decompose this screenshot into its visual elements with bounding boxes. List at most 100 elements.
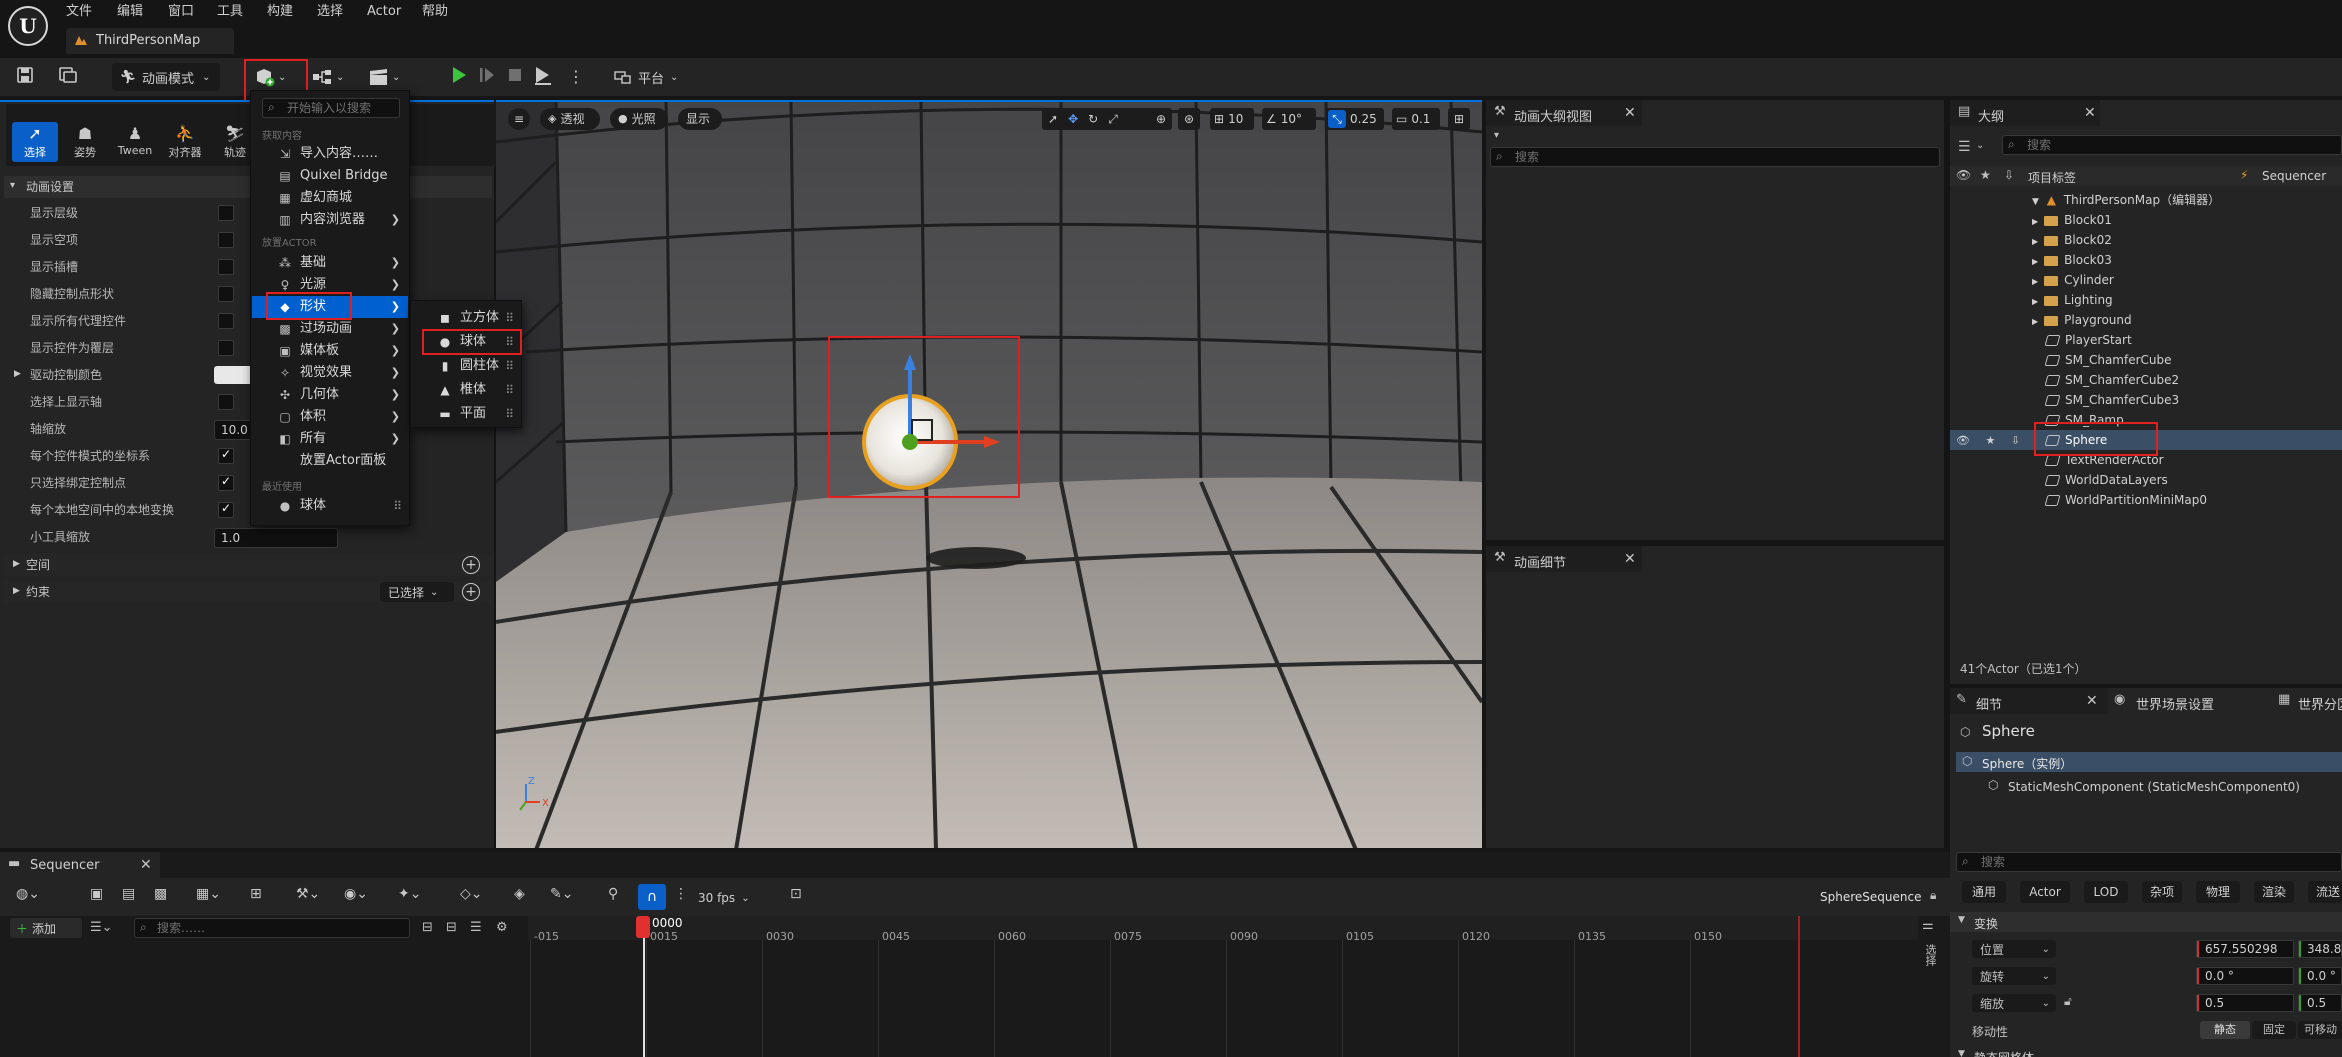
mode-pose-button[interactable]: ☗ 姿势 [62,124,108,168]
rotation-x-input[interactable]: 0.0 ° [2196,967,2294,985]
menu-build[interactable]: 构建 [267,2,293,22]
camera-speed[interactable]: ▭ 0.1 [1392,108,1440,130]
surface-snap-icon[interactable]: ⊛ [1178,108,1200,130]
chevron-down-icon[interactable]: ▾ [1494,130,1499,141]
outliner-item[interactable]: WorldDataLayers [1950,470,2342,490]
outliner-item[interactable]: WorldPartitionMiniMap0 [1950,490,2342,510]
details-filter-button[interactable]: 渲染 [2254,881,2294,903]
menu-edit[interactable]: 编辑 [117,2,143,22]
outliner-item[interactable]: ▶ Block01 [1950,210,2342,230]
section-anim-settings[interactable]: 动画设置 [4,176,492,198]
show-button[interactable]: 显示 [678,108,722,130]
details-tab[interactable] [1950,688,2108,714]
chevron-right-icon[interactable]: ▶ [2032,317,2038,326]
world-icon[interactable]: ◍⌄ [16,886,40,902]
visibility-icons[interactable]: 👁︎ ★ ⇩ [1950,431,2046,451]
outliner-item[interactable]: ▶ Block02 [1950,230,2342,250]
setting-checkbox[interactable] [218,259,234,275]
section-space[interactable]: 空间 [4,554,492,576]
mode-tween-button[interactable]: ♟ Tween [112,124,158,168]
add-icon[interactable]: + [462,556,480,574]
setting-checkbox[interactable] [218,205,234,221]
menu-content-browser[interactable]: ▥ 内容浏览器 ❯ [252,209,408,231]
pencil-icon[interactable]: ✎⌄ [550,886,573,902]
save-as-icon[interactable]: ▤ [122,886,135,902]
hamburger-menu-icon[interactable]: ≡ [508,108,530,130]
filter-icon[interactable]: ☰ [1958,139,1971,155]
details-component[interactable]: StaticMeshComponent (StaticMeshComponent… [2008,780,2300,794]
setting-checkbox[interactable] [218,502,234,518]
close-icon[interactable]: ✕ [1624,105,1636,121]
menu-media[interactable]: ▣ 媒体板 ❯ [252,340,408,362]
chevron-right-icon[interactable]: ▶ [2032,277,2038,286]
grid-snap[interactable]: ⊞ 10 [1210,108,1254,130]
world-partition-tab[interactable]: 世界分区 [2298,694,2342,713]
details-filter-button[interactable]: 通用 [1962,881,2006,903]
shape-cylinder[interactable]: ▮ 圆柱体 ⠿ [412,355,520,377]
fit-icon[interactable]: ⊟ [446,920,457,935]
setting-checkbox[interactable] [218,475,234,491]
scale-dropdown[interactable]: 缩放 ⌄ [1972,994,2056,1012]
shape-cube[interactable]: ◼ 立方体 ⠿ [412,307,520,329]
menu-vfx[interactable]: ✧ 视觉效果 ❯ [252,362,408,384]
outliner-item[interactable]: ▶ Playground [1950,310,2342,330]
render-icon[interactable]: ▩ [154,886,167,902]
setting-checkbox[interactable] [218,286,234,302]
blueprint-button[interactable]: ⌄ [312,63,352,91]
close-icon[interactable]: ✕ [2084,105,2096,121]
add-icon[interactable]: + [462,583,480,601]
cinematics-button[interactable]: ⌄ [368,63,408,91]
level-viewport[interactable]: Z X [496,100,1482,848]
location-x-input[interactable]: 657.550298 [2196,940,2294,958]
eye-icon[interactable]: ◉⌄ [344,886,368,902]
drag-grip-icon[interactable]: ⠿ [505,379,514,401]
mode-select-button[interactable]: ➚ 选择 [12,124,58,168]
setting-checkbox[interactable] [218,448,234,464]
setting-checkbox[interactable] [218,394,234,410]
scale-icon[interactable]: ⤢ [1108,108,1118,130]
menu-geometry[interactable]: ✣ 几何体 ❯ [252,384,408,406]
outliner-item[interactable]: SM_Ramp [1950,410,2342,430]
menu-place-actors-panel[interactable]: 放置Actor面板 [252,450,408,472]
outliner-item[interactable]: 👁︎ ★ ⇩ Sphere [1950,430,2342,450]
layout-icon[interactable]: ⊞ [1448,108,1470,130]
chevron-right-icon[interactable]: ▶ [2032,297,2038,306]
drag-grip-icon[interactable]: ⠿ [505,355,514,377]
location-y-input[interactable]: 348.835 [2298,940,2342,958]
rotate-icon[interactable]: ↻ [1088,108,1098,130]
diamond-icon[interactable]: ◇⌄ [460,886,483,902]
scale-snap[interactable]: ⤡ 0.25 [1326,108,1384,130]
tree-root[interactable]: ▼ ▲ ThirdPersonMap（编辑器） [1950,190,2342,210]
details-filter-button[interactable]: 杂项 [2142,881,2182,903]
shape-cone[interactable]: ▲ 椎体 ⠿ [412,379,520,401]
world-settings-tab[interactable]: 世界场景设置 [2136,694,2214,713]
details-filter-button[interactable]: 物理 [2196,881,2240,903]
outliner-tab[interactable] [1950,100,2100,126]
save-icon[interactable] [16,66,34,84]
chevron-right-icon[interactable]: ▶ [2032,237,2038,246]
lit-button[interactable]: ● 光照 [610,108,668,130]
scale-x-input[interactable]: 0.5 [2196,994,2294,1012]
menu-help[interactable]: 帮助 [422,2,448,22]
mode-aligner-button[interactable]: ⛹ 对齐器 [162,124,208,168]
outliner-item[interactable]: ▶ Cylinder [1950,270,2342,290]
more-options-icon[interactable]: ⋮ [674,886,688,902]
outliner-item[interactable]: SM_ChamferCube3 [1950,390,2342,410]
quick-add-button[interactable]: ⌄ [254,63,294,91]
menu-search-input[interactable]: 开始输入以搜索 [262,98,400,118]
key-add-icon[interactable]: ◈ [514,886,525,902]
platform-dropdown[interactable]: 平台 ⌄ [614,63,694,91]
mobility-static-button[interactable]: 静态 [2200,1021,2250,1039]
menu-shapes[interactable]: ◆ 形状 ❯ [252,296,408,318]
details-filter-button[interactable]: 流送 [2308,881,2342,903]
anim-outliner-search[interactable]: 搜索 [1490,147,1940,167]
key-tool-icon[interactable]: ⚒⌄ [296,886,320,902]
drag-grip-icon[interactable]: ⠿ [393,495,402,517]
stop-icon[interactable] [506,66,524,84]
unreal-logo-icon[interactable]: U [8,6,48,46]
setting-checkbox[interactable] [218,232,234,248]
details-search[interactable]: 搜索 [1956,852,2342,872]
tree-icon[interactable]: ⊞ [250,886,262,902]
world-icon[interactable]: ⊕ [1150,108,1172,130]
chevron-right-icon[interactable]: ▶ [2032,217,2038,226]
